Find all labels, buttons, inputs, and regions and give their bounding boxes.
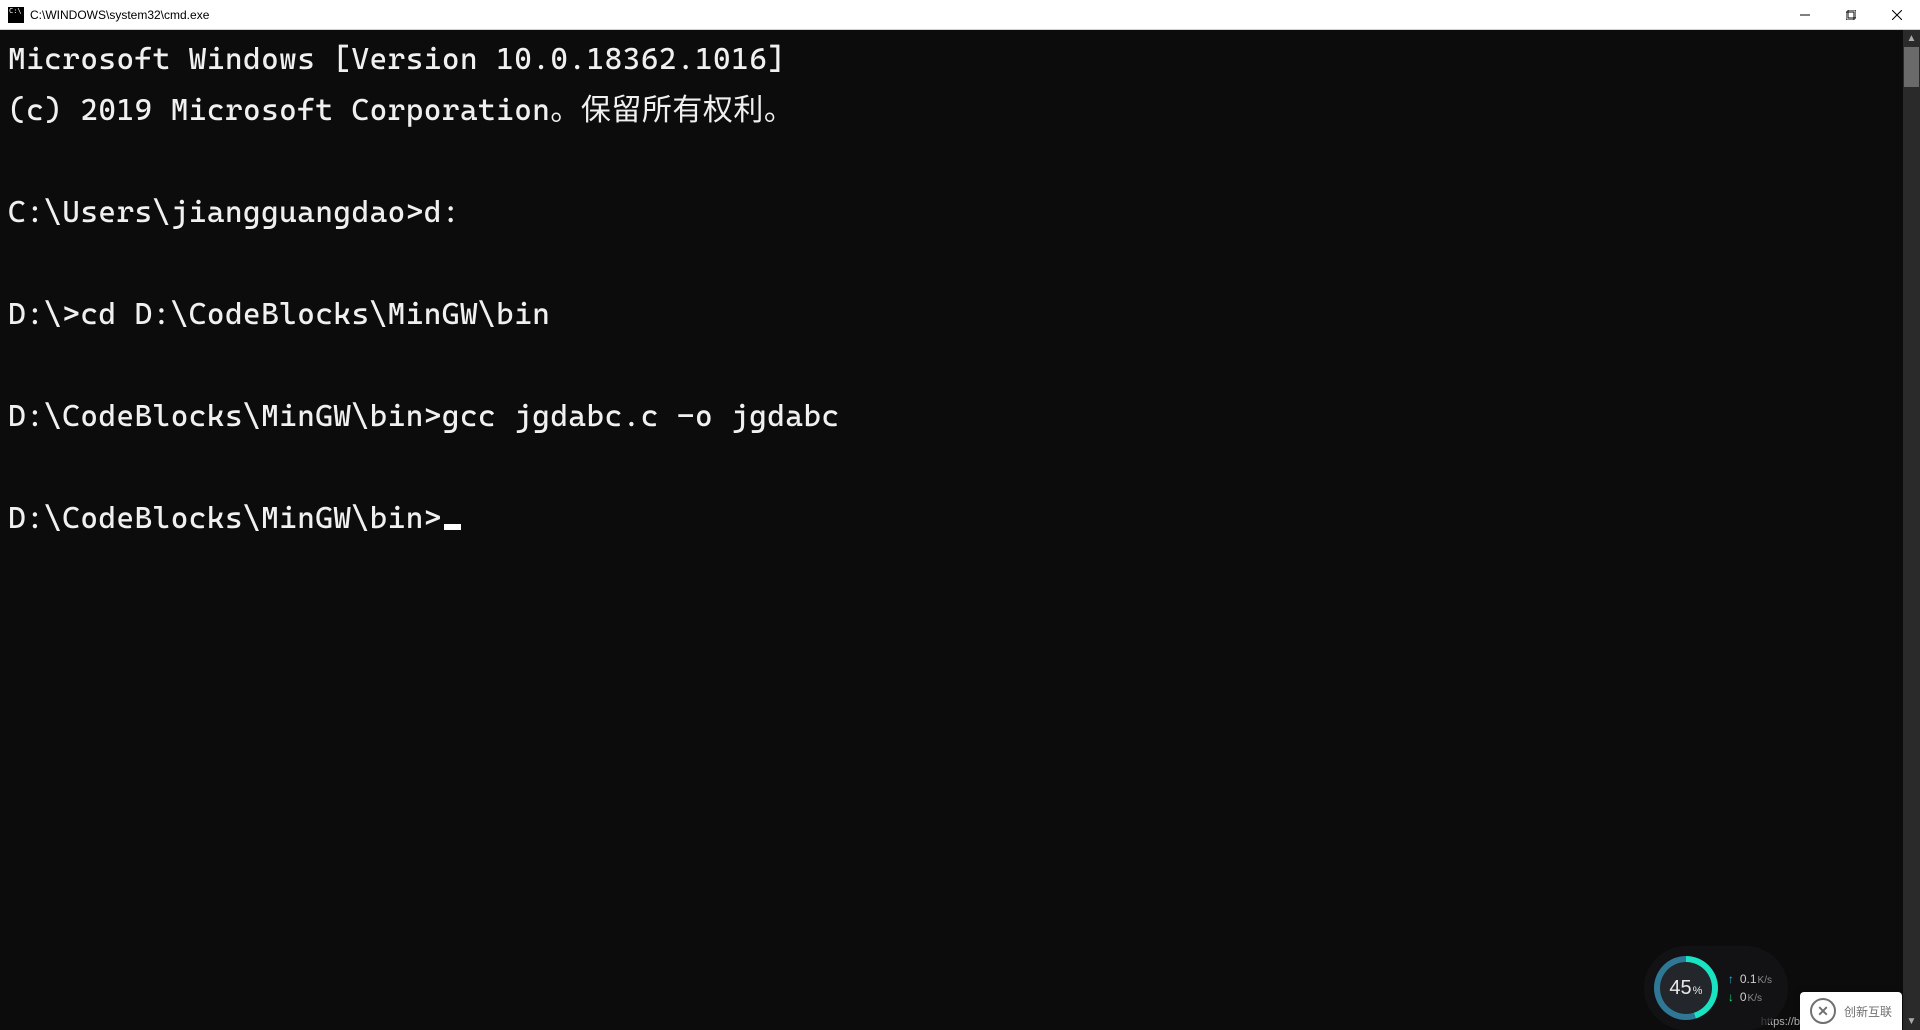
terminal-line: D:\CodeBlocks\MinGW\bin>gcc jgdabc.c -o …: [8, 391, 1895, 442]
net-down-value: 0K/s: [1740, 990, 1762, 1004]
cpu-percent-text: 45%: [1669, 977, 1702, 1000]
net-up-row: ↑ 0.1K/s: [1728, 972, 1772, 986]
cursor: [444, 524, 461, 530]
cmd-window: C:\WINDOWS\system32\cmd.exe Microsoft Wi…: [0, 0, 1920, 1030]
performance-widget[interactable]: 45% ↑ 0.1K/s ↓ 0K/s: [1644, 946, 1788, 1030]
terminal-line: C:\Users\jiangguangdao>d:: [8, 187, 1895, 238]
terminal-line: Microsoft Windows [Version 10.0.18362.10…: [8, 34, 1895, 85]
arrow-up-icon: ↑: [1728, 972, 1734, 986]
cmd-icon: [8, 7, 24, 23]
terminal-line: [8, 136, 1895, 187]
terminal-area: Microsoft Windows [Version 10.0.18362.10…: [0, 30, 1920, 1030]
net-up-value: 0.1K/s: [1740, 972, 1772, 986]
maximize-restore-icon: [1846, 10, 1856, 20]
terminal-line: [8, 340, 1895, 391]
overlay-widgets: 45% ↑ 0.1K/s ↓ 0K/s ✕ 创新互联: [1644, 946, 1902, 1030]
window-title: C:\WINDOWS\system32\cmd.exe: [30, 8, 1782, 22]
titlebar[interactable]: C:\WINDOWS\system32\cmd.exe: [0, 0, 1920, 30]
close-icon: [1892, 10, 1902, 20]
close-button[interactable]: [1874, 0, 1920, 29]
terminal-line: D:\CodeBlocks\MinGW\bin>: [8, 493, 1895, 544]
brand-logo-icon: ✕: [1810, 998, 1836, 1024]
arrow-down-icon: ↓: [1728, 990, 1734, 1004]
scroll-down-arrow[interactable]: ▼: [1903, 1013, 1920, 1030]
scroll-thumb[interactable]: [1904, 47, 1919, 87]
vertical-scrollbar[interactable]: ▲ ▼: [1903, 30, 1920, 1030]
terminal-line: (c) 2019 Microsoft Corporation。保留所有权利。: [8, 85, 1895, 136]
terminal-line: [8, 442, 1895, 493]
scroll-up-arrow[interactable]: ▲: [1903, 30, 1920, 47]
brand-text: 创新互联: [1844, 1003, 1892, 1020]
cpu-ring: 45%: [1654, 956, 1718, 1020]
minimize-button[interactable]: [1782, 0, 1828, 29]
window-controls: [1782, 0, 1920, 29]
net-down-row: ↓ 0K/s: [1728, 990, 1772, 1004]
maximize-button[interactable]: [1828, 0, 1874, 29]
brand-badge[interactable]: ✕ 创新互联: [1800, 992, 1902, 1030]
terminal-output[interactable]: Microsoft Windows [Version 10.0.18362.10…: [0, 30, 1903, 1030]
percent-symbol: %: [1693, 985, 1703, 997]
terminal-line: D:\>cd D:\CodeBlocks\MinGW\bin: [8, 289, 1895, 340]
minimize-icon: [1800, 10, 1810, 20]
cpu-value: 45: [1669, 977, 1691, 999]
terminal-line: [8, 238, 1895, 289]
network-stats: ↑ 0.1K/s ↓ 0K/s: [1728, 972, 1772, 1004]
